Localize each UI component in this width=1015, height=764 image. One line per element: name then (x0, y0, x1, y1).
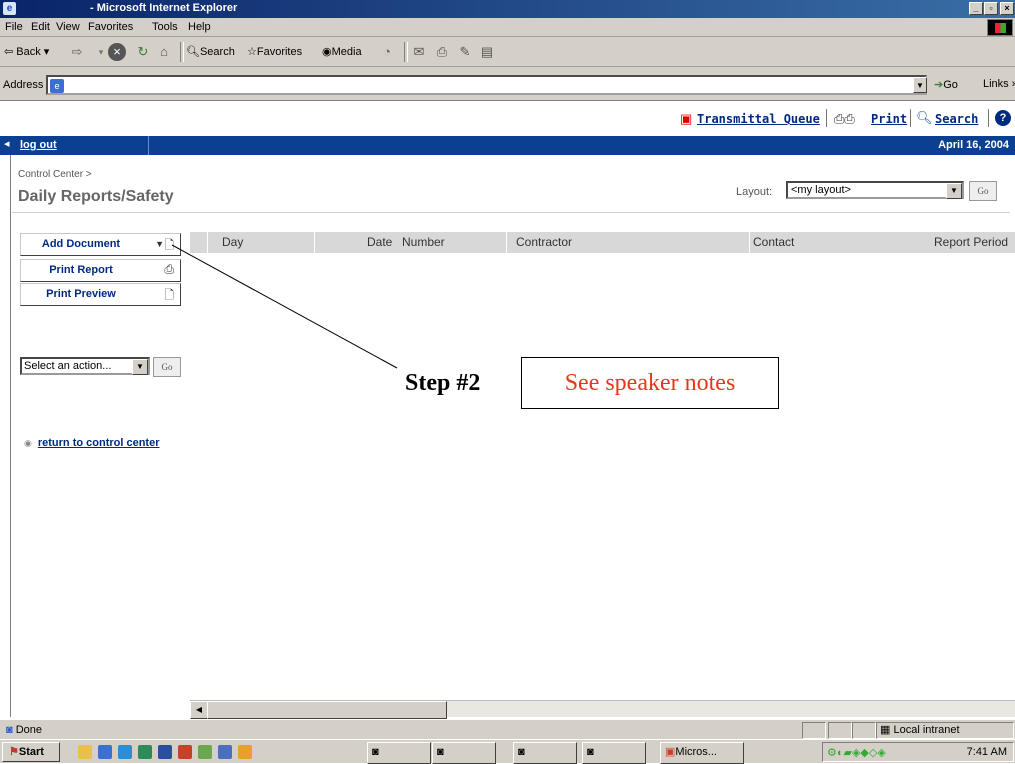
callout-pointer (171, 244, 398, 369)
outlook-task-icon: ◙ (518, 746, 525, 758)
zone-label: Local intranet (893, 724, 960, 736)
status-text: ◙ Done (6, 724, 42, 736)
windows-flag-icon: ⚑ (9, 746, 19, 758)
ie-task-icon: ◙ (372, 746, 379, 758)
taskbar-task-microsoft[interactable]: ▣Micros... (660, 742, 744, 764)
status-bar: ◙ Done ▦ Local intranet (0, 719, 1015, 739)
start-button[interactable]: ⚑Start (2, 742, 60, 762)
page-icon: ◙ (6, 724, 13, 736)
outlook-icon[interactable] (118, 745, 132, 759)
clock: 7:41 AM (966, 746, 1007, 758)
app-icon[interactable] (198, 745, 212, 759)
media-player-icon[interactable] (238, 745, 252, 759)
horizontal-scrollbar[interactable]: ◀ (190, 700, 1015, 719)
taskbar-task[interactable]: ◙ (432, 742, 496, 764)
scroll-left-icon[interactable]: ◀ (190, 701, 208, 719)
tray-icons[interactable]: ⚙◐▰◈◆◇◈ (827, 746, 886, 759)
system-tray: ⚙◐▰◈◆◇◈ 7:41 AM (822, 742, 1014, 762)
step-label: Step #2 (405, 370, 481, 396)
excel-icon[interactable] (138, 745, 152, 759)
quicklaunch-icon[interactable] (78, 745, 92, 759)
taskbar-task[interactable]: ◙ (513, 742, 577, 764)
status-pane (852, 722, 876, 739)
status-pane (802, 722, 826, 739)
powerpoint-task-icon: ▣ (665, 746, 676, 758)
task-label: Micros... (675, 746, 717, 758)
taskbar-task[interactable]: ◙ (582, 742, 646, 764)
intranet-icon: ▦ (880, 724, 891, 736)
start-label: Start (18, 746, 44, 758)
status-done: Done (15, 724, 43, 736)
taskbar: ⚑Start ◙ ◙ ◙ ◙ ▣Micros... ⚙◐▰◈◆◇◈ 7:41 A… (0, 739, 1015, 764)
app-icon[interactable] (218, 745, 232, 759)
ie-task-icon: ◙ (437, 746, 444, 758)
zone-indicator: ▦ Local intranet (880, 723, 960, 736)
powerpoint-icon[interactable] (178, 745, 192, 759)
search-task-icon: ◙ (587, 746, 594, 758)
speaker-notes-box: See speaker notes (521, 357, 779, 409)
ie-icon[interactable] (98, 745, 112, 759)
status-pane (828, 722, 852, 739)
callout-line (171, 244, 398, 369)
word-icon[interactable] (158, 745, 172, 759)
taskbar-task[interactable]: ◙ (367, 742, 431, 764)
scrollbar-thumb[interactable] (207, 701, 447, 719)
